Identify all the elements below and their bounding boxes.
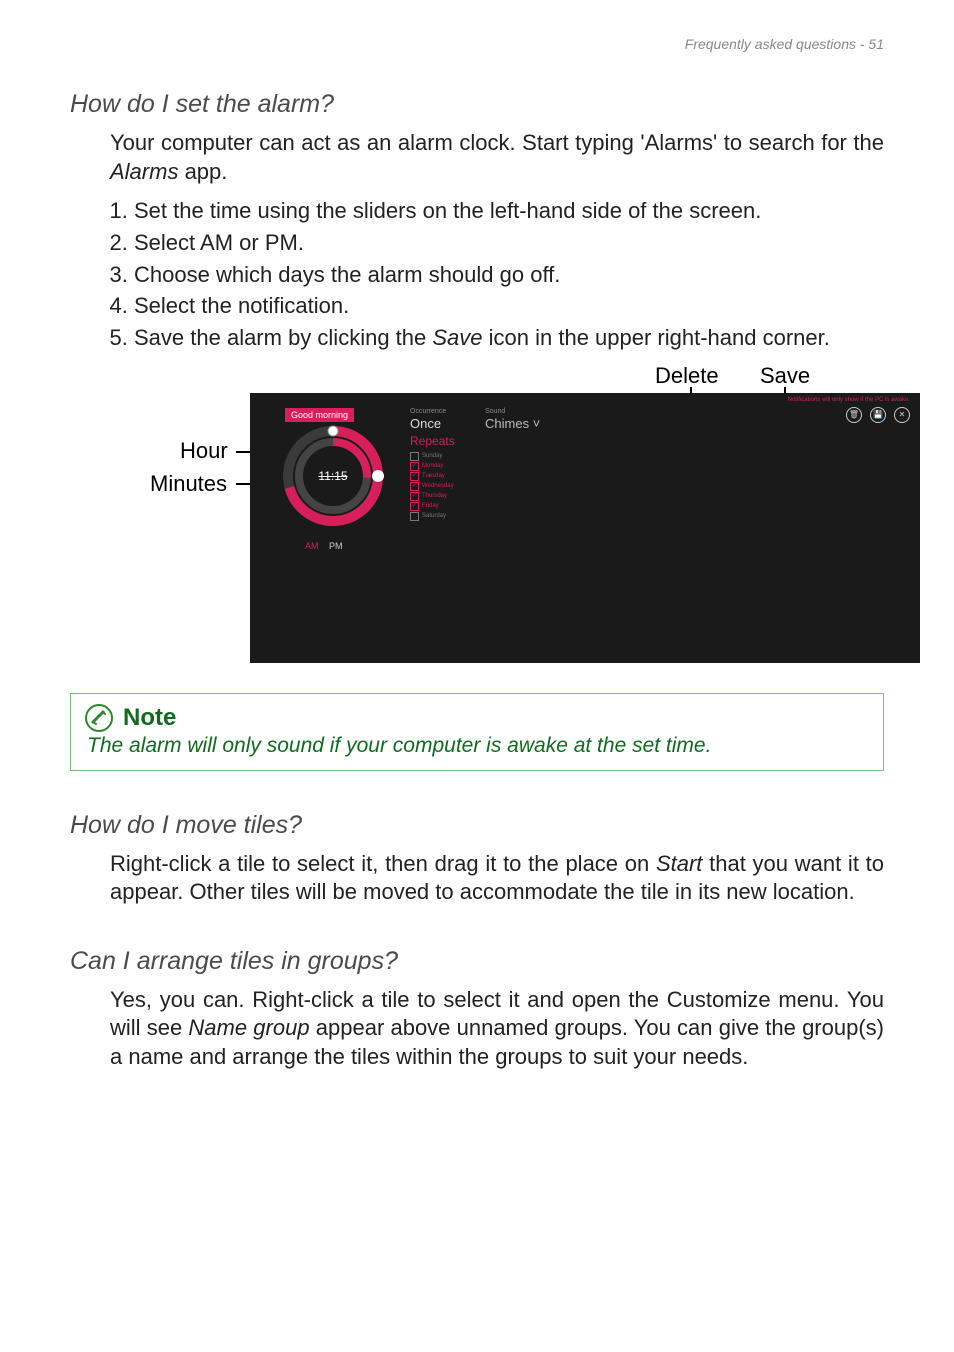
day-sat[interactable]: Saturday [410,512,455,521]
label-save: Save [760,363,810,389]
checkbox-icon: ✓ [410,482,419,491]
step-5a: Save the alarm by clicking the [134,325,432,350]
running-head: Frequently asked questions - 51 [685,36,884,52]
days-list: Sunday ✓Monday ✓Tuesday ✓Wednesday ✓Thur… [410,452,455,521]
day-label: Sunday [422,453,442,459]
day-label: Tuesday [422,473,445,479]
intro-b: app. [178,159,227,184]
day-label: Saturday [422,513,446,519]
time-readout: 11:15 [278,421,388,531]
steps-list: Set the time using the sliders on the le… [110,196,884,352]
arrange-groups-text: Yes, you can. Right-click a tile to sele… [110,986,884,1072]
note-box: Note The alarm will only sound if your c… [70,693,884,771]
sound-dropdown[interactable]: Chimes ˅ [485,416,540,431]
close-icon[interactable]: ✕ [894,407,910,423]
day-tue[interactable]: ✓Tuesday [410,472,455,481]
note-title: Note [123,704,176,732]
alarm-diagram: Delete Save Hour Minutes Good morning 11… [110,363,930,673]
step-2: Select AM or PM. [134,228,884,258]
day-label: Thursday [422,493,447,499]
checkbox-icon [410,452,419,461]
top-icon-bar: 🗑 💾 ✕ [846,407,910,423]
occurrence-column: Occurrence Once Repeats Sunday ✓Monday ✓… [410,408,455,522]
day-thu[interactable]: ✓Thursday [410,492,455,501]
occurrence-repeats[interactable]: Repeats [410,434,455,448]
checkbox-icon: ✓ [410,462,419,471]
save-icon[interactable]: 💾 [870,407,886,423]
pm-option[interactable]: PM [329,541,343,551]
intro-a: Your computer can act as an alarm clock.… [110,130,884,155]
page: Frequently asked questions - 51 How do I… [0,0,954,1352]
occurrence-header: Occurrence [410,408,455,415]
note-icon [85,704,113,732]
day-wed[interactable]: ✓Wednesday [410,482,455,491]
label-delete: Delete [655,363,719,389]
note-body: The alarm will only sound if your comput… [87,734,869,758]
day-sun[interactable]: Sunday [410,452,455,461]
day-label: Friday [422,503,439,509]
day-fri[interactable]: ✓Friday [410,502,455,511]
time-picker-dial[interactable]: 11:15 [278,421,388,531]
day-label: Wednesday [422,483,454,489]
step-3: Choose which days the alarm should go of… [134,260,884,290]
day-mon[interactable]: ✓Monday [410,462,455,471]
s2em: Start [656,851,702,876]
occurrence-once[interactable]: Once [410,416,455,431]
sound-header: Sound [485,408,540,415]
am-option[interactable]: AM [305,541,319,551]
alarms-app-screen: Good morning 11:15 AM PM Occurrence On [250,393,920,663]
sound-column: Sound Chimes ˅ [485,408,540,431]
label-hour: Hour [180,438,228,464]
alarm-title-chip: Good morning [285,408,354,422]
label-minutes: Minutes [150,471,227,497]
step-5b: icon in the upper right-hand corner. [483,325,830,350]
heading-set-alarm: How do I set the alarm? [70,90,884,119]
checkbox-icon: ✓ [410,472,419,481]
heading-arrange-groups: Can I arrange tiles in groups? [70,947,884,976]
note-heading: Note [85,704,869,732]
intro-text: Your computer can act as an alarm clock.… [110,129,884,186]
s3em: Name group [188,1015,309,1040]
checkbox-icon: ✓ [410,492,419,501]
step-5: Save the alarm by clicking the Save icon… [134,323,884,353]
checkbox-icon: ✓ [410,502,419,511]
move-tiles-text: Right-click a tile to select it, then dr… [110,850,884,907]
step-1: Set the time using the sliders on the le… [134,196,884,226]
step-5em: Save [432,325,482,350]
intro-em: Alarms [110,159,178,184]
s2a: Right-click a tile to select it, then dr… [110,851,656,876]
day-label: Monday [422,463,443,469]
checkbox-icon [410,512,419,521]
delete-icon[interactable]: 🗑 [846,407,862,423]
am-pm-toggle[interactable]: AM PM [305,541,343,551]
heading-move-tiles: How do I move tiles? [70,811,884,840]
notification-note: Notifications will only show if the PC i… [788,397,910,403]
step-4: Select the notification. [134,291,884,321]
